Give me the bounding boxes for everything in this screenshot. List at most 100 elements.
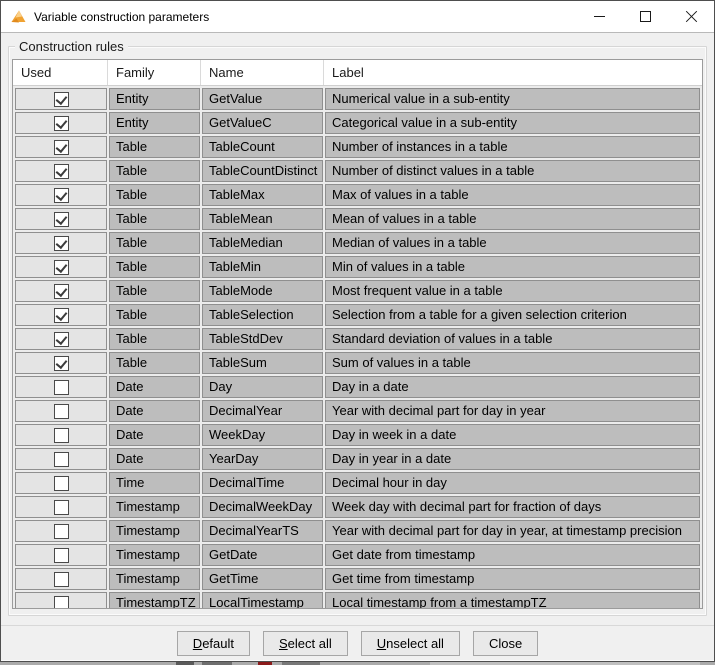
table-row[interactable]: TimestampGetDateGet date from timestamp: [15, 544, 700, 566]
used-checkbox[interactable]: [54, 476, 69, 491]
table-row[interactable]: TableTableMinMin of values in a table: [15, 256, 700, 278]
family-cell: Timestamp: [109, 520, 200, 542]
used-checkbox[interactable]: [54, 284, 69, 299]
label-cell: Max of values in a table: [325, 184, 700, 206]
table-row[interactable]: TimeDecimalTimeDecimal hour in day: [15, 472, 700, 494]
used-checkbox[interactable]: [54, 260, 69, 275]
family-cell: Table: [109, 328, 200, 350]
name-cell: TableMax: [202, 184, 323, 206]
label-cell: Median of values in a table: [325, 232, 700, 254]
titlebar: Variable construction parameters: [1, 1, 714, 33]
name-cell: DecimalYear: [202, 400, 323, 422]
label-cell: Number of distinct values in a table: [325, 160, 700, 182]
used-checkbox[interactable]: [54, 404, 69, 419]
family-cell: Table: [109, 232, 200, 254]
unselect-all-button[interactable]: Unselect all: [361, 631, 460, 656]
family-cell: Time: [109, 472, 200, 494]
family-cell: Date: [109, 376, 200, 398]
name-cell: TableSelection: [202, 304, 323, 326]
construction-rules-table: Used Family Name Label EntityGetValueNum…: [12, 59, 703, 609]
table-body: EntityGetValueNumerical value in a sub-e…: [13, 86, 702, 608]
name-cell: TableMin: [202, 256, 323, 278]
name-cell: TableCount: [202, 136, 323, 158]
column-header-label: Label: [324, 60, 702, 85]
used-cell: [15, 520, 107, 542]
name-cell: TableMean: [202, 208, 323, 230]
groupbox-title: Construction rules: [15, 39, 128, 54]
table-row[interactable]: DateDecimalYearYear with decimal part fo…: [15, 400, 700, 422]
close-button[interactable]: [668, 1, 714, 32]
used-cell: [15, 88, 107, 110]
used-checkbox[interactable]: [54, 92, 69, 107]
label-cell: Standard deviation of values in a table: [325, 328, 700, 350]
used-cell: [15, 328, 107, 350]
family-cell: Table: [109, 352, 200, 374]
table-row[interactable]: DateYearDayDay in year in a date: [15, 448, 700, 470]
used-checkbox[interactable]: [54, 428, 69, 443]
label-cell: Sum of values in a table: [325, 352, 700, 374]
used-checkbox[interactable]: [54, 164, 69, 179]
construction-rules-groupbox: Construction rules Used Family Name Labe…: [8, 46, 707, 616]
family-cell: Date: [109, 400, 200, 422]
name-cell: DecimalYearTS: [202, 520, 323, 542]
name-cell: Day: [202, 376, 323, 398]
close-button[interactable]: Close: [473, 631, 538, 656]
table-row[interactable]: TimestampDecimalWeekDayWeek day with dec…: [15, 496, 700, 518]
table-row[interactable]: EntityGetValueCCategorical value in a su…: [15, 112, 700, 134]
label-cell: Decimal hour in day: [325, 472, 700, 494]
family-cell: Table: [109, 256, 200, 278]
used-checkbox[interactable]: [54, 212, 69, 227]
used-checkbox[interactable]: [54, 332, 69, 347]
used-cell: [15, 376, 107, 398]
family-cell: Table: [109, 208, 200, 230]
table-row[interactable]: DateDayDay in a date: [15, 376, 700, 398]
table-row[interactable]: TimestampDecimalYearTSYear with decimal …: [15, 520, 700, 542]
used-cell: [15, 280, 107, 302]
family-cell: Table: [109, 160, 200, 182]
maximize-button[interactable]: [622, 1, 668, 32]
name-cell: YearDay: [202, 448, 323, 470]
minimize-button[interactable]: [576, 1, 622, 32]
table-row[interactable]: TableTableCountNumber of instances in a …: [15, 136, 700, 158]
table-row[interactable]: TableTableMaxMax of values in a table: [15, 184, 700, 206]
table-row[interactable]: TableTableSumSum of values in a table: [15, 352, 700, 374]
used-cell: [15, 472, 107, 494]
used-checkbox[interactable]: [54, 524, 69, 539]
used-checkbox[interactable]: [54, 596, 69, 609]
used-cell: [15, 592, 107, 608]
used-checkbox[interactable]: [54, 140, 69, 155]
select-all-button[interactable]: Select all: [263, 631, 348, 656]
used-checkbox[interactable]: [54, 572, 69, 587]
table-row[interactable]: TableTableCountDistinctNumber of distinc…: [15, 160, 700, 182]
default-button[interactable]: Default: [177, 631, 250, 656]
family-cell: Timestamp: [109, 568, 200, 590]
table-row[interactable]: EntityGetValueNumerical value in a sub-e…: [15, 88, 700, 110]
table-row[interactable]: TableTableSelectionSelection from a tabl…: [15, 304, 700, 326]
family-cell: Date: [109, 448, 200, 470]
family-cell: Entity: [109, 88, 200, 110]
name-cell: DecimalTime: [202, 472, 323, 494]
table-row[interactable]: TableTableModeMost frequent value in a t…: [15, 280, 700, 302]
table-row[interactable]: DateWeekDayDay in week in a date: [15, 424, 700, 446]
used-checkbox[interactable]: [54, 188, 69, 203]
used-checkbox[interactable]: [54, 308, 69, 323]
used-checkbox[interactable]: [54, 452, 69, 467]
family-cell: Table: [109, 304, 200, 326]
column-header-name: Name: [201, 60, 324, 85]
used-checkbox[interactable]: [54, 548, 69, 563]
used-checkbox[interactable]: [54, 500, 69, 515]
table-row[interactable]: TableTableStdDevStandard deviation of va…: [15, 328, 700, 350]
used-checkbox[interactable]: [54, 236, 69, 251]
table-row[interactable]: TableTableMeanMean of values in a table: [15, 208, 700, 230]
used-checkbox[interactable]: [54, 380, 69, 395]
label-cell: Min of values in a table: [325, 256, 700, 278]
used-checkbox[interactable]: [54, 116, 69, 131]
used-cell: [15, 232, 107, 254]
used-checkbox[interactable]: [54, 356, 69, 371]
family-cell: Date: [109, 424, 200, 446]
used-cell: [15, 400, 107, 422]
used-cell: [15, 448, 107, 470]
table-row[interactable]: TableTableMedianMedian of values in a ta…: [15, 232, 700, 254]
table-row[interactable]: TimestampTZLocalTimestampLocal timestamp…: [15, 592, 700, 608]
table-row[interactable]: TimestampGetTimeGet time from timestamp: [15, 568, 700, 590]
